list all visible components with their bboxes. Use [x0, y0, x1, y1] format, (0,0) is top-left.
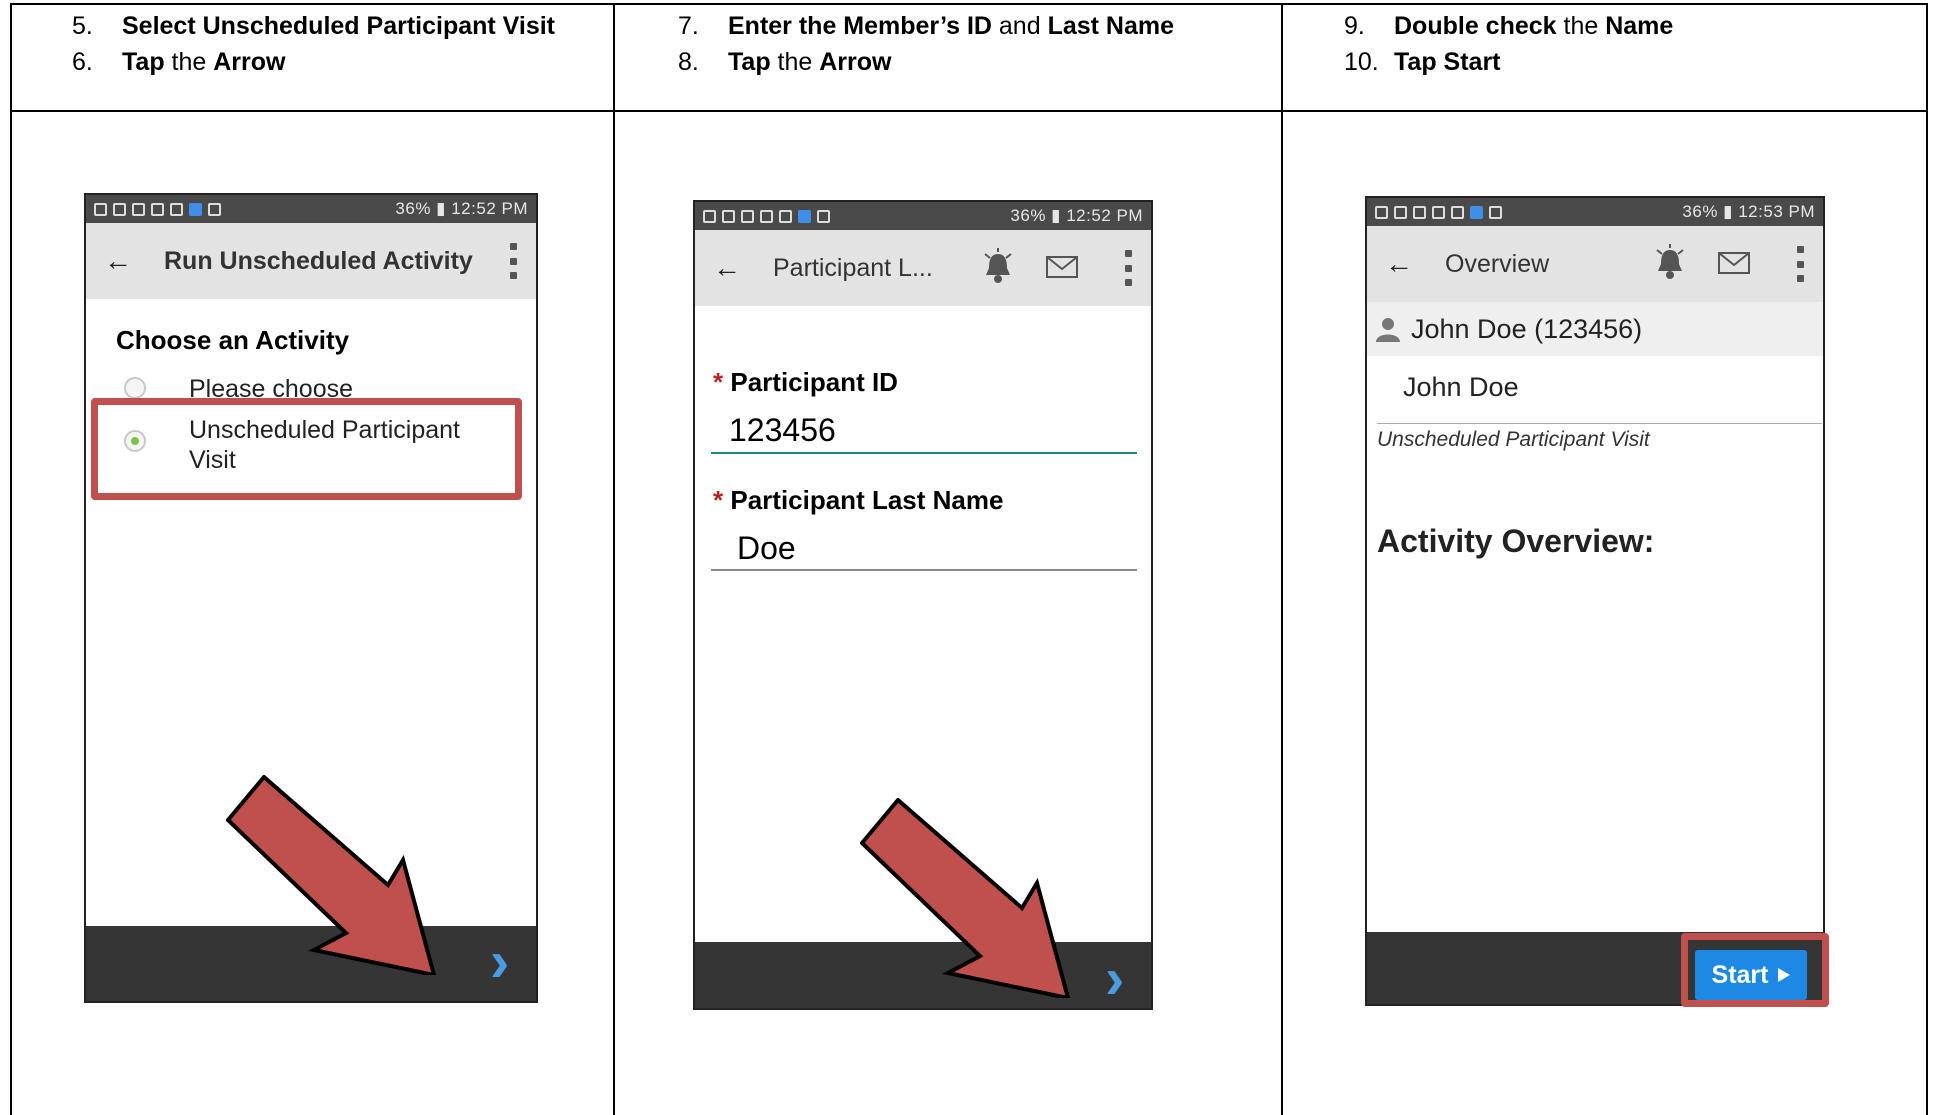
bell-icon[interactable]	[1653, 244, 1687, 282]
row-divider	[10, 110, 1928, 112]
step-text: Double check	[1394, 12, 1557, 40]
notification-icons	[94, 202, 221, 216]
step-line: 8. Tap the Arrow	[678, 44, 1174, 80]
mail-icon[interactable]	[1046, 256, 1078, 278]
selection-highlight	[91, 398, 522, 500]
status-text: 36% ▮ 12:52 PM	[1010, 206, 1143, 225]
column-divider-1	[613, 3, 615, 1115]
status-bar: 36% ▮ 12:53 PM	[1367, 198, 1823, 226]
step-text: Name	[1605, 12, 1674, 40]
participant-header-text: John Doe (123456)	[1411, 313, 1643, 344]
overflow-menu-icon[interactable]	[1797, 246, 1805, 282]
page-title: Overview	[1445, 249, 1550, 278]
step-number: 6.	[72, 48, 93, 76]
mail-icon[interactable]	[1718, 252, 1750, 274]
steps-column-3: 9. Double check the Name 10. Tap Start	[1344, 8, 1673, 80]
overflow-menu-icon[interactable]	[1125, 250, 1133, 286]
page-title: Run Unscheduled Activity	[164, 246, 473, 275]
step-text: Enter the Member’s ID	[728, 12, 992, 40]
phone-screenshot-3: 36% ▮ 12:53 PM ← Overview John Doe (1234…	[1365, 196, 1825, 1006]
activity-name: Unscheduled Participant Visit	[1377, 428, 1650, 451]
step-text: and	[991, 12, 1048, 40]
phone-screenshot-2: 36% ▮ 12:52 PM ← Participant L... * Part…	[693, 200, 1153, 1010]
step-line: 10. Tap Start	[1344, 44, 1673, 80]
participant-id-underline	[711, 452, 1137, 454]
participant-id-field[interactable]: 123456	[729, 412, 836, 449]
red-pointer-arrow-icon	[860, 798, 1071, 998]
overflow-menu-icon[interactable]	[510, 243, 518, 279]
status-text: 36% ▮ 12:52 PM	[395, 199, 528, 218]
column-divider-2	[1281, 3, 1283, 1115]
step-text: Last Name	[1047, 12, 1175, 40]
participant-last-name-label: * Participant Last Name	[713, 485, 1004, 515]
person-icon	[1376, 318, 1400, 342]
participant-id-label: * Participant ID	[713, 367, 898, 397]
status-bar: 36% ▮ 12:52 PM	[86, 195, 536, 223]
step-text: Tap	[728, 48, 771, 76]
radio-please-choose[interactable]	[124, 377, 146, 399]
app-bar: ← Overview	[1367, 226, 1823, 302]
start-highlight	[1681, 933, 1829, 1007]
participant-header: John Doe (123456)	[1367, 302, 1823, 356]
notification-icons	[703, 209, 830, 223]
column-divider-3	[1926, 3, 1928, 1115]
steps-column-1: 5. Select Unscheduled Participant Visit 6.…	[72, 8, 555, 80]
step-text: Select Unscheduled Participant Visit	[122, 12, 556, 40]
step-line: 7. Enter the Member’s ID and Last Name	[678, 8, 1174, 44]
status-text: 36% ▮ 12:53 PM	[1682, 202, 1815, 221]
page-title: Participant L...	[773, 253, 933, 282]
step-number: 9.	[1344, 12, 1365, 40]
status-bar: 36% ▮ 12:52 PM	[695, 202, 1151, 230]
step-line: 9. Double check the Name	[1344, 8, 1673, 44]
step-line: 6. Tap the Arrow	[72, 44, 555, 80]
steps-column-2: 7. Enter the Member’s ID and Last Name 8. T…	[678, 8, 1174, 80]
activity-heading: Choose an Activity	[116, 325, 350, 355]
participant-name: John Doe	[1403, 372, 1519, 402]
step-text: the	[1556, 12, 1606, 40]
participant-last-name-field[interactable]: Doe	[737, 530, 796, 567]
step-text: Tap Start	[1394, 48, 1501, 76]
back-arrow-icon[interactable]: ←	[713, 252, 749, 284]
step-text: Arrow	[213, 48, 286, 76]
phone-screenshot-1: 36% ▮ 12:52 PM ← Run Unscheduled Activit…	[84, 193, 538, 1003]
back-arrow-icon[interactable]: ←	[104, 245, 140, 277]
step-number: 10.	[1344, 48, 1379, 76]
step-text: Tap	[122, 48, 165, 76]
step-number: 5.	[72, 12, 93, 40]
step-line: 5. Select Unscheduled Participant Visit	[72, 8, 555, 44]
last-name-underline	[711, 569, 1137, 571]
chevron-right-icon[interactable]: ›	[1105, 950, 1124, 1008]
step-text: the	[770, 48, 820, 76]
activity-overview-heading: Activity Overview:	[1377, 523, 1655, 559]
red-pointer-arrow-icon	[226, 775, 437, 975]
step-text: Arrow	[819, 48, 892, 76]
chevron-right-icon[interactable]: ›	[490, 933, 509, 991]
step-number: 8.	[678, 48, 699, 76]
name-divider	[1377, 423, 1822, 424]
step-text: the	[164, 48, 214, 76]
bell-icon[interactable]	[981, 248, 1015, 286]
app-bar: ← Participant L...	[695, 230, 1151, 306]
notification-icons	[1375, 205, 1502, 219]
back-arrow-icon[interactable]: ←	[1385, 248, 1421, 280]
step-number: 7.	[678, 12, 699, 40]
app-bar: ← Run Unscheduled Activity	[86, 223, 536, 299]
